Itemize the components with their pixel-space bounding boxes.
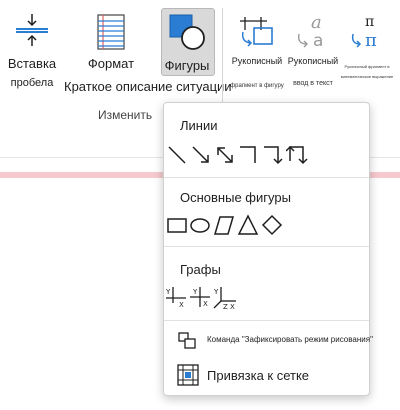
insert-space-icon: [16, 14, 48, 46]
graph-axis-label: X: [179, 301, 184, 309]
elbow-double-arrow-icon[interactable]: [286, 143, 308, 167]
graph-3d-icon[interactable]: Y Z X: [212, 285, 238, 309]
svg-text:a: a: [313, 31, 323, 48]
double-arrow-icon[interactable]: [214, 143, 236, 167]
snap-to-grid-item[interactable]: Привязка к сетке: [174, 363, 364, 391]
rectangle-icon[interactable]: [166, 213, 188, 237]
ink-to-text-icon: a a: [297, 12, 323, 48]
lock-drawing-mode-item[interactable]: Команда "Зафиксировать режим рисования": [174, 327, 373, 355]
elbow-connector-icon[interactable]: [238, 143, 260, 167]
graph-2d-quadrant-icon[interactable]: Y X: [188, 285, 212, 309]
ellipse-icon[interactable]: [189, 213, 211, 237]
menu-separator: [164, 320, 369, 321]
insert-space-label: Вставка: [7, 56, 57, 71]
graph-2d-icon[interactable]: Y X: [164, 285, 188, 309]
ink-to-shape-button[interactable]: Рукописный фрагмент в фигуру: [230, 12, 284, 90]
insert-space-button[interactable]: Вставка пробела: [2, 10, 62, 90]
format-label: Формат: [87, 56, 135, 71]
shapes-label: Фигуры: [164, 58, 210, 73]
ink-to-math-button[interactable]: π π Рукописный фрагмент в математическое…: [340, 12, 394, 82]
ink-to-math-label: Рукописный фрагмент в математическое выр…: [340, 64, 394, 79]
elbow-arrow-icon[interactable]: [262, 143, 284, 167]
menu-separator: [164, 246, 369, 247]
graph-axis-label: X: [230, 303, 235, 309]
shapes-dropdown-menu: Линии Основные фигуры Графы Y X Y X Y Z …: [163, 102, 373, 396]
basic-shapes-section-title: Основные фигуры: [180, 190, 291, 205]
ink-to-text-label: Рукописный: [287, 56, 339, 66]
parallelogram-icon[interactable]: [213, 213, 235, 237]
graph-axis-label: Y: [192, 288, 198, 296]
line-icon[interactable]: [166, 143, 188, 167]
lines-section-title: Линии: [180, 118, 218, 133]
format-label2: Краткое описание ситуации: [64, 79, 232, 94]
svg-text:π: π: [365, 30, 377, 48]
graph-axis-label: X: [203, 300, 208, 308]
svg-text:a: a: [311, 12, 322, 33]
format-button[interactable]: Формат: [86, 10, 136, 72]
ink-to-text-button[interactable]: a a Рукописный ввод в текст: [286, 12, 340, 88]
menu-separator: [164, 177, 369, 178]
diamond-icon[interactable]: [261, 213, 283, 237]
lock-drawing-mode-label: Команда "Зафиксировать режим рисования": [207, 335, 373, 344]
graphs-section-title: Графы: [180, 262, 221, 277]
shapes-icon: [169, 14, 205, 50]
ink-to-shape-label: Рукописный: [231, 56, 283, 66]
graph-axis-label: Y: [213, 288, 219, 296]
ink-to-math-icon: π π: [351, 14, 377, 48]
graph-axis-label: Y: [165, 288, 171, 296]
ink-to-shape-icon: [240, 17, 273, 47]
svg-text:π: π: [365, 14, 374, 30]
ink-to-text-sublabel: ввод в текст: [293, 80, 333, 87]
arrow-icon[interactable]: [190, 143, 212, 167]
basic-shapes-row: [164, 213, 369, 237]
snap-to-grid-icon: [177, 364, 199, 386]
format-icon: [97, 14, 125, 50]
lines-row: [164, 143, 369, 167]
triangle-icon[interactable]: [237, 213, 259, 237]
insert-space-label2: пробела: [10, 77, 54, 89]
snap-to-grid-label: Привязка к сетке: [207, 368, 310, 383]
graphs-row: Y X Y X Y Z X: [164, 285, 369, 311]
graph-axis-label: Z: [223, 303, 228, 309]
group-label-edit: Изменить: [98, 108, 153, 122]
ink-to-shape-sublabel: фрагмент в фигуру: [230, 83, 284, 89]
lock-drawing-mode-icon: [178, 332, 196, 349]
